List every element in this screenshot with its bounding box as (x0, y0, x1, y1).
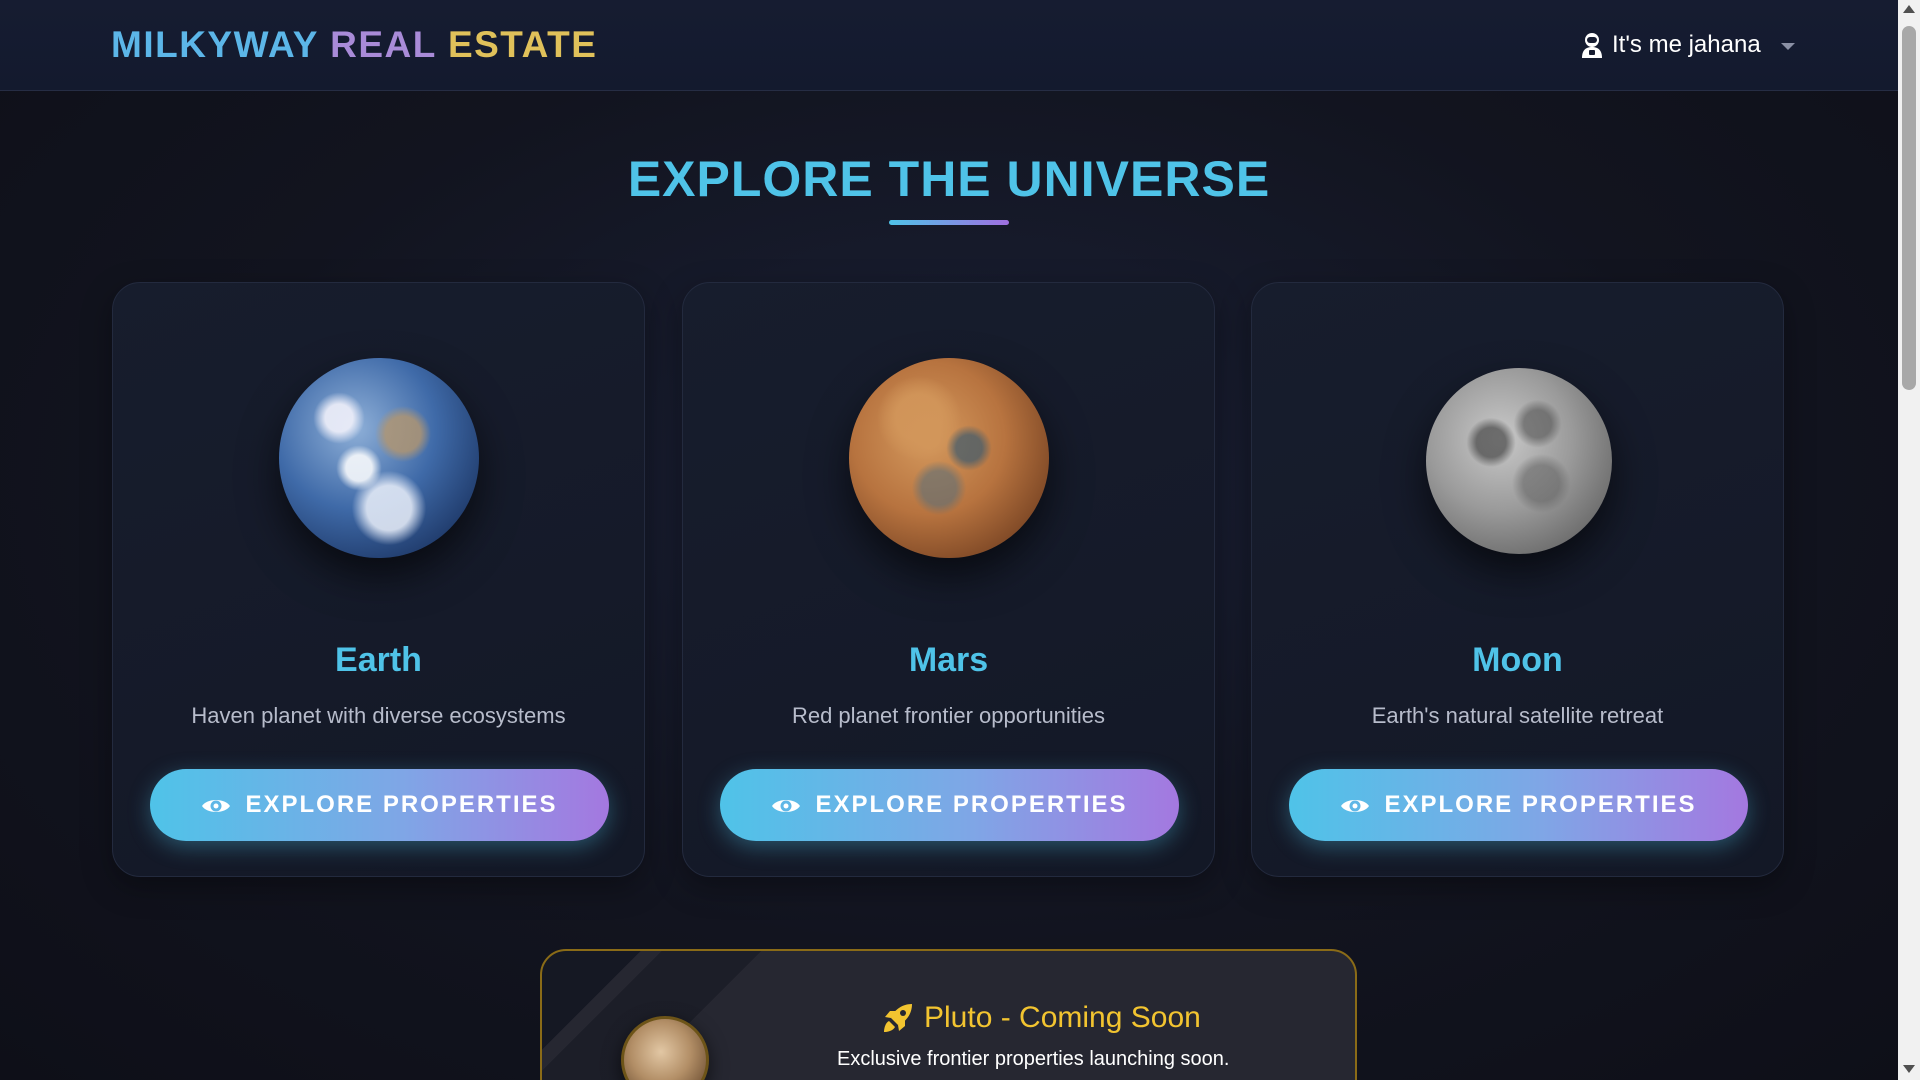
mars-image (849, 358, 1049, 558)
page-viewport: MILKYWAY REAL ESTATE It's me jahana EXPL… (0, 0, 1898, 1080)
coming-soon-description: Exclusive frontier properties launching … (837, 1048, 1230, 1070)
section-title: EXPLORE THE UNIVERSE (627, 151, 1271, 207)
brand-logo[interactable]: MILKYWAY REAL ESTATE (111, 24, 597, 66)
explore-button-label: EXPLORE PROPERTIES (815, 791, 1128, 818)
vertical-scrollbar[interactable] (1898, 0, 1920, 1080)
brand-word-real: REAL (330, 24, 437, 65)
user-astronaut-icon (1580, 31, 1604, 59)
explore-properties-button-moon[interactable]: EXPLORE PROPERTIES (1289, 769, 1748, 841)
planet-card-mars: Mars Red planet frontier opportunities E… (682, 282, 1215, 877)
explore-button-label: EXPLORE PROPERTIES (245, 791, 558, 818)
title-underline (889, 220, 1009, 225)
card-description: Earth's natural satellite retreat (1371, 703, 1664, 728)
card-description: Haven planet with diverse ecosystems (191, 703, 566, 728)
explore-properties-button-mars[interactable]: EXPLORE PROPERTIES (720, 769, 1179, 841)
coming-soon-title-text: Pluto - Coming Soon (924, 1001, 1201, 1034)
earth-image (279, 358, 479, 558)
eye-icon (1340, 795, 1370, 815)
explore-properties-button-earth[interactable]: EXPLORE PROPERTIES (150, 769, 609, 841)
coming-soon-title: Pluto - Coming Soon (882, 1001, 1201, 1035)
card-description: Red planet frontier opportunities (791, 703, 1106, 728)
planet-card-earth: Earth Haven planet with diverse ecosyste… (112, 282, 645, 877)
card-title: Mars (908, 641, 989, 679)
eye-icon (771, 795, 801, 815)
scroll-down-icon[interactable] (1903, 1065, 1915, 1073)
card-title: Earth (335, 641, 422, 679)
pluto-coming-soon-banner: Pluto - Coming Soon Exclusive frontier p… (540, 949, 1357, 1080)
chevron-down-icon (1780, 42, 1795, 50)
rocket-icon (882, 1002, 914, 1034)
scrollbar-thumb[interactable] (1902, 26, 1916, 390)
planet-card-moon: Moon Earth's natural satellite retreat E… (1251, 282, 1784, 877)
user-menu-label: It's me jahana (1612, 31, 1761, 58)
navbar: MILKYWAY REAL ESTATE It's me jahana (0, 0, 1898, 91)
moon-image (1426, 368, 1612, 554)
brand-word-estate: ESTATE (447, 24, 598, 65)
brand-word-milkyway: MILKYWAY (111, 24, 319, 65)
card-title: Moon (1472, 641, 1563, 679)
scroll-up-icon[interactable] (1903, 5, 1915, 13)
user-menu-dropdown[interactable]: It's me jahana (1580, 28, 1795, 62)
explore-button-label: EXPLORE PROPERTIES (1384, 791, 1697, 818)
eye-icon (201, 795, 231, 815)
